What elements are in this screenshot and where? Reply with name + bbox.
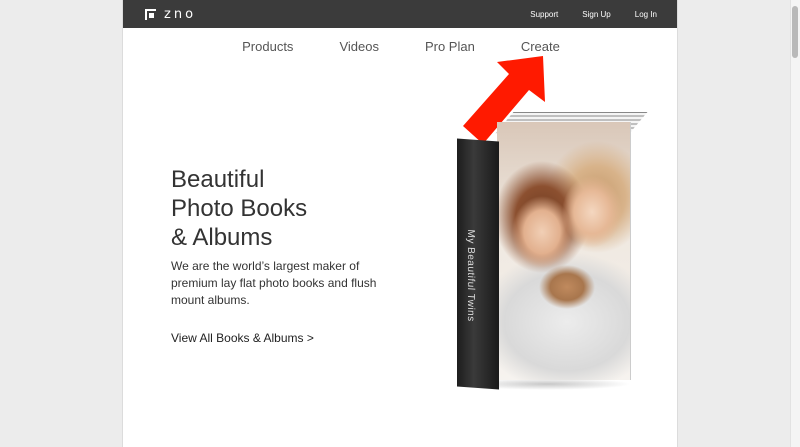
nav-item-pro-plan[interactable]: Pro Plan xyxy=(425,39,475,54)
view-all-books-link[interactable]: View All Books & Albums > xyxy=(171,331,314,345)
book-spine-text: My Beautiful Twins xyxy=(465,229,476,323)
nav-item-videos[interactable]: Videos xyxy=(339,39,379,54)
hero-title: Beautiful Photo Books & Albums xyxy=(171,165,391,252)
account-links: Support Sign Up Log In xyxy=(530,0,657,28)
page-container: zno Support Sign Up Log In Products Vide… xyxy=(122,0,678,447)
main-nav: Products Videos Pro Plan Create xyxy=(123,28,677,64)
hero-title-line: & Albums xyxy=(171,224,273,251)
hero-description: We are the world’s largest maker of prem… xyxy=(171,259,377,307)
logo-mark-icon xyxy=(145,8,156,20)
book-cover-photo xyxy=(497,122,631,380)
sign-up-link[interactable]: Sign Up xyxy=(582,10,610,19)
logo-text: zno xyxy=(164,6,197,22)
log-in-link[interactable]: Log In xyxy=(635,10,657,19)
top-bar: zno Support Sign Up Log In xyxy=(123,0,677,28)
hero-title-line: Photo Books xyxy=(171,195,308,222)
book-spine: My Beautiful Twins xyxy=(457,138,499,390)
photo-book-image: My Beautiful Twins xyxy=(457,112,648,390)
hero-title-line: Beautiful xyxy=(171,166,265,193)
scrollbar-thumb[interactable] xyxy=(792,6,798,58)
support-link[interactable]: Support xyxy=(530,10,558,19)
scrollbar-track[interactable] xyxy=(790,0,800,447)
nav-item-create[interactable]: Create xyxy=(521,39,560,54)
zno-logo[interactable]: zno xyxy=(145,6,197,22)
nav-item-products[interactable]: Products xyxy=(242,39,293,54)
